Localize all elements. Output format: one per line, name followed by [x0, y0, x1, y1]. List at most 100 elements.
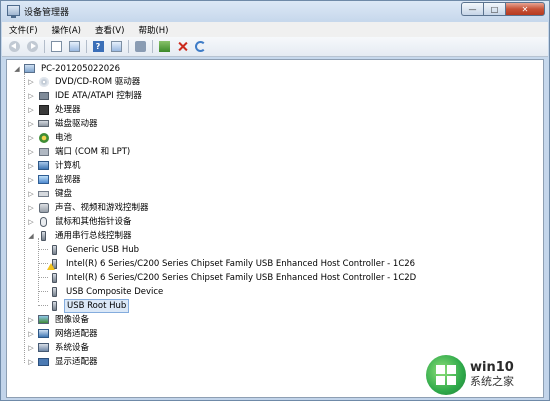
expand-icon[interactable]: ▷ — [27, 358, 35, 366]
tree-line — [38, 305, 48, 306]
toolbar-separator — [44, 40, 45, 53]
computer-icon — [38, 160, 49, 171]
expand-icon[interactable]: ▷ — [27, 148, 35, 156]
toolbar-separator — [128, 40, 129, 53]
tree-line — [38, 238, 39, 302]
window-title: 设备管理器 — [24, 8, 70, 18]
show-hidden-button[interactable] — [109, 40, 123, 54]
tree-category[interactable]: ▷ 键盘 — [27, 187, 74, 200]
tree-category[interactable]: ▷ IDE ATA/ATAPI 控制器 — [27, 89, 144, 102]
pc-icon — [24, 63, 35, 74]
collapse-icon[interactable]: ◢ — [27, 232, 35, 240]
usb-device-icon — [49, 244, 60, 255]
uninstall-button[interactable] — [175, 40, 189, 54]
caption-buttons: — □ ✕ — [461, 2, 545, 16]
expand-icon[interactable]: ▷ — [27, 78, 35, 86]
device-label: Intel(R) 6 Series/C200 Series Chipset Fa… — [66, 258, 416, 269]
tree-device[interactable]: Generic USB Hub — [49, 243, 141, 256]
tree-device[interactable]: Intel(R) 6 Series/C200 Series Chipset Fa… — [49, 271, 418, 284]
expand-icon[interactable]: ▷ — [27, 134, 35, 142]
expand-icon[interactable]: ▷ — [27, 162, 35, 170]
watermark-title: win10 — [470, 360, 514, 375]
tree-category[interactable]: ▷ 端口 (COM 和 LPT) — [27, 145, 132, 158]
menu-action[interactable]: 操作(A) — [45, 24, 88, 36]
tree-device[interactable]: USB Composite Device — [49, 285, 165, 298]
expand-icon[interactable]: ▷ — [27, 330, 35, 338]
expand-icon[interactable]: ▷ — [27, 316, 35, 324]
disable-icon — [194, 41, 206, 52]
processor-icon — [38, 104, 49, 115]
port-icon — [38, 146, 49, 157]
device-tree[interactable]: ◢ PC-201205022026 ▷ DVD/CD-ROM 驱动器 ▷ IDE… — [6, 59, 544, 398]
category-label: 计算机 — [55, 160, 81, 171]
toolbar-separator — [86, 40, 87, 53]
tree-category[interactable]: ▷ 监视器 — [27, 173, 83, 186]
update-driver-button[interactable] — [157, 40, 171, 54]
tree-category[interactable]: ▷ 声音、视频和游戏控制器 — [27, 201, 151, 214]
expand-icon[interactable]: ▷ — [27, 92, 35, 100]
tree-line — [38, 277, 48, 278]
properties-icon — [50, 41, 62, 52]
category-label: IDE ATA/ATAPI 控制器 — [55, 90, 142, 101]
tree-category[interactable]: ◢ 通用串行总线控制器 — [27, 229, 134, 242]
category-label: 电池 — [55, 132, 73, 143]
tree-category[interactable]: ▷ 鼠标和其他指针设备 — [27, 215, 134, 228]
expand-icon[interactable]: ▷ — [27, 344, 35, 352]
uninstall-icon — [177, 41, 188, 52]
mouse-icon — [38, 216, 49, 227]
category-label: 通用串行总线控制器 — [55, 230, 132, 241]
menu-view[interactable]: 查看(V) — [88, 24, 131, 36]
menu-help[interactable]: 帮助(H) — [131, 24, 175, 36]
category-label: DVD/CD-ROM 驱动器 — [55, 76, 141, 87]
minimize-button[interactable]: — — [461, 2, 483, 16]
maximize-button[interactable]: □ — [483, 2, 505, 16]
sound-icon — [38, 202, 49, 213]
tree-device-selected[interactable]: USB Root Hub — [49, 298, 130, 313]
menu-file[interactable]: 文件(F) — [2, 24, 45, 36]
tree-device[interactable]: Intel(R) 6 Series/C200 Series Chipset Fa… — [47, 257, 417, 270]
device-label: Generic USB Hub — [66, 244, 139, 255]
forward-button[interactable] — [25, 40, 39, 54]
tree-root[interactable]: ◢ PC-201205022026 — [13, 62, 122, 75]
close-button[interactable]: ✕ — [505, 2, 545, 16]
disc-icon — [38, 76, 49, 87]
tree-category[interactable]: ▷ 系统设备 — [27, 341, 91, 354]
scan-hardware-button[interactable] — [133, 40, 147, 54]
keyboard-icon — [38, 188, 49, 199]
tree-category[interactable]: ▷ 磁盘驱动器 — [27, 117, 100, 130]
expand-icon[interactable]: ▷ — [27, 120, 35, 128]
tree-category[interactable]: ▷ 图像设备 — [27, 313, 91, 326]
collapse-icon[interactable]: ◢ — [13, 65, 21, 73]
disable-button[interactable] — [193, 40, 207, 54]
tree-category[interactable]: ▷ DVD/CD-ROM 驱动器 — [27, 75, 142, 88]
expand-icon[interactable]: ▷ — [27, 218, 35, 226]
tree-category[interactable]: ▷ 网络适配器 — [27, 327, 100, 340]
system-device-icon — [38, 342, 49, 353]
properties-button[interactable] — [49, 40, 63, 54]
device-manager-window: 设备管理器 — □ ✕ 文件(F) 操作(A) 查看(V) 帮助(H) ? ◢ … — [0, 0, 550, 401]
back-button[interactable] — [7, 40, 21, 54]
category-label: 图像设备 — [55, 314, 90, 325]
title-bar[interactable]: 设备管理器 — □ ✕ — [1, 1, 549, 21]
category-label: 端口 (COM 和 LPT) — [55, 146, 131, 157]
battery-icon — [38, 132, 49, 143]
tree-category[interactable]: ▷ 电池 — [27, 131, 74, 144]
tree-category[interactable]: ▷ 处理器 — [27, 103, 83, 116]
tree-category[interactable]: ▷ 显示适配器 — [27, 355, 100, 368]
category-label: 显示适配器 — [55, 356, 98, 367]
expand-icon[interactable]: ▷ — [27, 176, 35, 184]
help-button[interactable]: ? — [91, 40, 105, 54]
device-label: USB Root Hub — [64, 298, 130, 313]
monitor-icon — [38, 174, 49, 185]
tree-category[interactable]: ▷ 计算机 — [27, 159, 83, 172]
expand-icon[interactable]: ▷ — [27, 190, 35, 198]
toolbar-separator — [152, 40, 153, 53]
expand-icon[interactable]: ▷ — [27, 106, 35, 114]
usb-controller-icon — [38, 230, 49, 241]
tree-line — [38, 291, 48, 292]
display-adapter-icon — [38, 356, 49, 367]
expand-icon[interactable]: ▷ — [27, 204, 35, 212]
show-hidden-icon — [110, 41, 122, 52]
windows-logo-icon — [426, 355, 466, 395]
list-button[interactable] — [67, 40, 81, 54]
